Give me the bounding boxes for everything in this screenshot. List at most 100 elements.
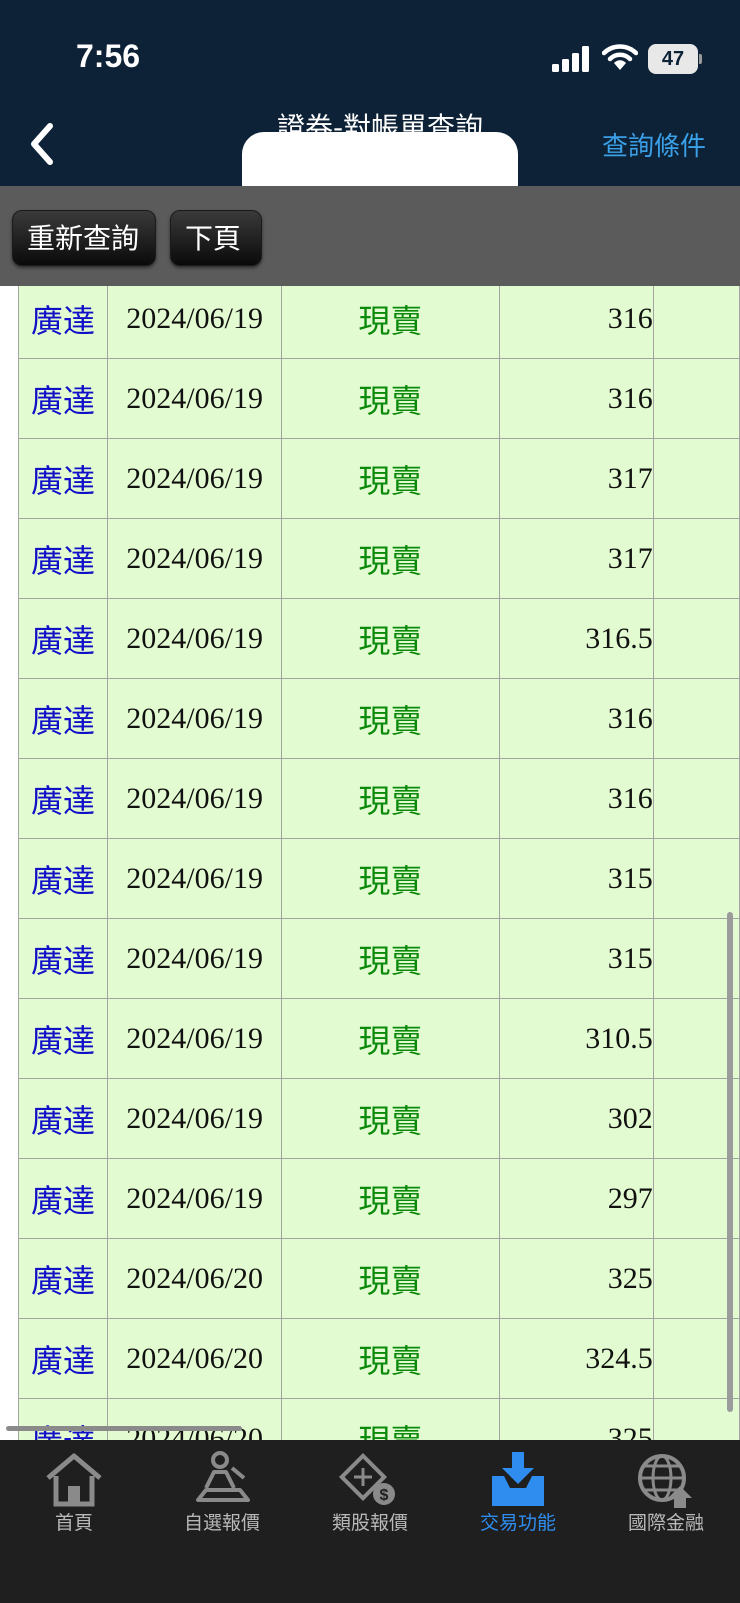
trade-date-cell: 2024/06/19: [106, 1078, 283, 1159]
overflow-cell: [652, 286, 740, 359]
svg-text:$: $: [380, 1487, 389, 1504]
price-cell: 316: [498, 358, 654, 439]
stock-name-cell: 廣達: [18, 1158, 108, 1239]
stock-name-cell: 廣達: [18, 1238, 108, 1319]
overflow-cell: [652, 758, 740, 839]
tab-label: 交易功能: [479, 1512, 556, 1534]
toolbar: 重新查詢 下頁: [0, 186, 740, 286]
tab-international-finance[interactable]: 國際金融: [592, 1440, 740, 1550]
trade-date-cell: 2024/06/19: [106, 438, 283, 519]
table-row: 廣達 2024/06/19 現賣 310.5: [18, 998, 740, 1079]
table-row: 廣達 2024/06/19 現賣 302: [18, 1078, 740, 1159]
vertical-scrollbar[interactable]: [727, 912, 733, 1412]
price-cell: 310.5: [498, 998, 654, 1079]
table-row: 廣達 2024/06/19 現賣 315: [18, 918, 740, 999]
trade-type-cell: 現賣: [281, 1398, 500, 1440]
trade-type-cell: 現賣: [281, 1078, 500, 1159]
stock-name-cell: 廣達: [18, 1398, 108, 1440]
trade-type-cell: 現賣: [281, 1158, 500, 1239]
cellular-signal-icon: [552, 46, 589, 72]
trade-date-cell: 2024/06/19: [106, 1158, 283, 1239]
trade-type-cell: 現賣: [281, 678, 500, 759]
stock-name-cell: 廣達: [18, 286, 108, 359]
stock-name-cell: 廣達: [18, 358, 108, 439]
tab-label: 國際金融: [627, 1512, 704, 1534]
trade-type-cell: 現賣: [281, 598, 500, 679]
price-cell: 297: [498, 1158, 654, 1239]
bottom-tab-bar: 首頁 自選報價 $ 類股報價 交易功能 國際金融: [0, 1440, 740, 1603]
trade-date-cell: 2024/06/19: [106, 358, 283, 439]
price-cell: 317: [498, 438, 654, 519]
battery-cap: [699, 54, 702, 64]
table-row: 廣達 2024/06/19 現賣 316: [18, 286, 740, 359]
tab-sector-quotes[interactable]: $ 類股報價: [296, 1440, 444, 1550]
table-row: 廣達 2024/06/19 現賣 316: [18, 758, 740, 839]
table-row: 廣達 2024/06/19 現賣 316: [18, 678, 740, 759]
price-cell: 316: [498, 286, 654, 359]
trade-date-cell: 2024/06/19: [106, 678, 283, 759]
trade-type-cell: 現賣: [281, 838, 500, 919]
tab-trade[interactable]: 交易功能: [444, 1440, 592, 1550]
trade-date-cell: 2024/06/19: [106, 998, 283, 1079]
statement-table-area[interactable]: 廣達 2024/06/19 現賣 316 廣達 2024/06/19 現賣 316 廣達 2024…: [0, 286, 740, 1440]
price-cell: 302: [498, 1078, 654, 1159]
wifi-icon: [602, 44, 638, 70]
trade-type-cell: 現賣: [281, 998, 500, 1079]
price-cell: 315: [498, 918, 654, 999]
overflow-cell: [652, 838, 740, 919]
trade-type-cell: 現賣: [281, 918, 500, 999]
next-page-button[interactable]: 下頁: [170, 210, 262, 266]
price-cell: 316.5: [498, 598, 654, 679]
trade-type-cell: 現賣: [281, 1238, 500, 1319]
price-cell: 315: [498, 838, 654, 919]
price-cell: 325: [498, 1398, 654, 1440]
tab-favorite-quotes[interactable]: 自選報價: [148, 1440, 296, 1550]
table-row: 廣達 2024/06/19 現賣 297: [18, 1158, 740, 1239]
table-body: 廣達 2024/06/19 現賣 316 廣達 2024/06/19 現賣 316 廣達 2024…: [18, 286, 740, 1440]
stock-name-cell: 廣達: [18, 438, 108, 519]
status-time: 7:56: [76, 38, 141, 74]
table-row: 廣達 2024/06/19 現賣 317: [18, 438, 740, 519]
trade-type-cell: 現賣: [281, 358, 500, 439]
price-cell: 316: [498, 758, 654, 839]
horizontal-scrollbar[interactable]: [6, 1426, 242, 1431]
requery-button[interactable]: 重新查詢: [12, 210, 156, 266]
top-bar: 7:56 47 證券-對帳單查詢 查詢條件: [0, 0, 740, 216]
price-cell: 324.5: [498, 1318, 654, 1399]
overflow-cell: [652, 358, 740, 439]
trade-date-cell: 2024/06/19: [106, 598, 283, 679]
trade-date-cell: 2024/06/19: [106, 518, 283, 599]
table-row: 廣達 2024/06/19 現賣 317: [18, 518, 740, 599]
price-cell: 325: [498, 1238, 654, 1319]
battery-level: 47: [661, 48, 685, 70]
tab-label: 類股報價: [331, 1512, 408, 1534]
overflow-cell: [652, 438, 740, 519]
trade-type-cell: 現賣: [281, 518, 500, 599]
table-row: 廣達2024/06/20現賣325: [18, 1398, 740, 1440]
query-conditions-button[interactable]: 查詢條件: [602, 126, 706, 163]
overflow-cell: [652, 678, 740, 759]
back-chevron-icon[interactable]: [20, 116, 70, 172]
stock-name-cell: 廣達: [18, 838, 108, 919]
stock-name-cell: 廣達: [18, 598, 108, 679]
stock-name-cell: 廣達: [18, 678, 108, 759]
table-row: 廣達 2024/06/19 現賣 316.5: [18, 598, 740, 679]
trade-date-cell: 2024/06/20: [106, 1398, 283, 1440]
trade-type-cell: 現賣: [281, 758, 500, 839]
table-row: 廣達2024/06/20現賣325: [18, 1238, 740, 1319]
stock-name-cell: 廣達: [18, 918, 108, 999]
statement-table: 廣達 2024/06/19 現賣 316 廣達 2024/06/19 現賣 316 廣達 2024…: [18, 286, 740, 1440]
stock-name-cell: 廣達: [18, 518, 108, 599]
trade-icon: [492, 1452, 544, 1506]
favorite-quotes-icon: [196, 1451, 250, 1502]
overflow-cell: [652, 598, 740, 679]
tab-label: 自選報價: [183, 1512, 260, 1534]
tab-label: 首頁: [54, 1512, 93, 1534]
overflow-cell: [652, 518, 740, 599]
trade-date-cell: 2024/06/19: [106, 286, 283, 359]
trade-date-cell: 2024/06/20: [106, 1318, 283, 1399]
tab-home[interactable]: 首頁: [0, 1440, 148, 1550]
trade-date-cell: 2024/06/19: [106, 838, 283, 919]
trade-date-cell: 2024/06/20: [106, 1238, 283, 1319]
trade-date-cell: 2024/06/19: [106, 918, 283, 999]
